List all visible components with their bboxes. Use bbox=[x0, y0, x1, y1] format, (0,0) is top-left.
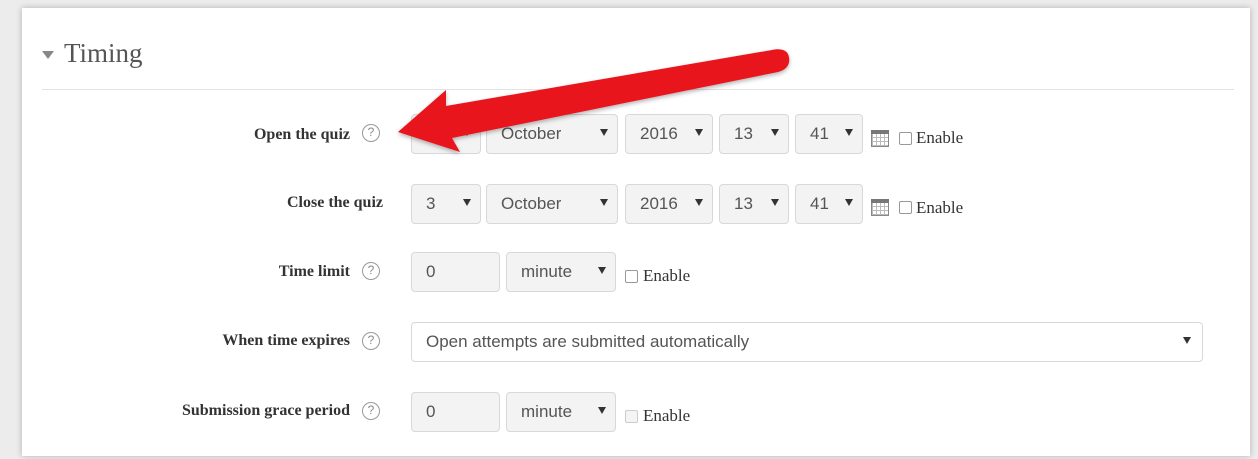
annotation-arrow bbox=[398, 49, 790, 152]
